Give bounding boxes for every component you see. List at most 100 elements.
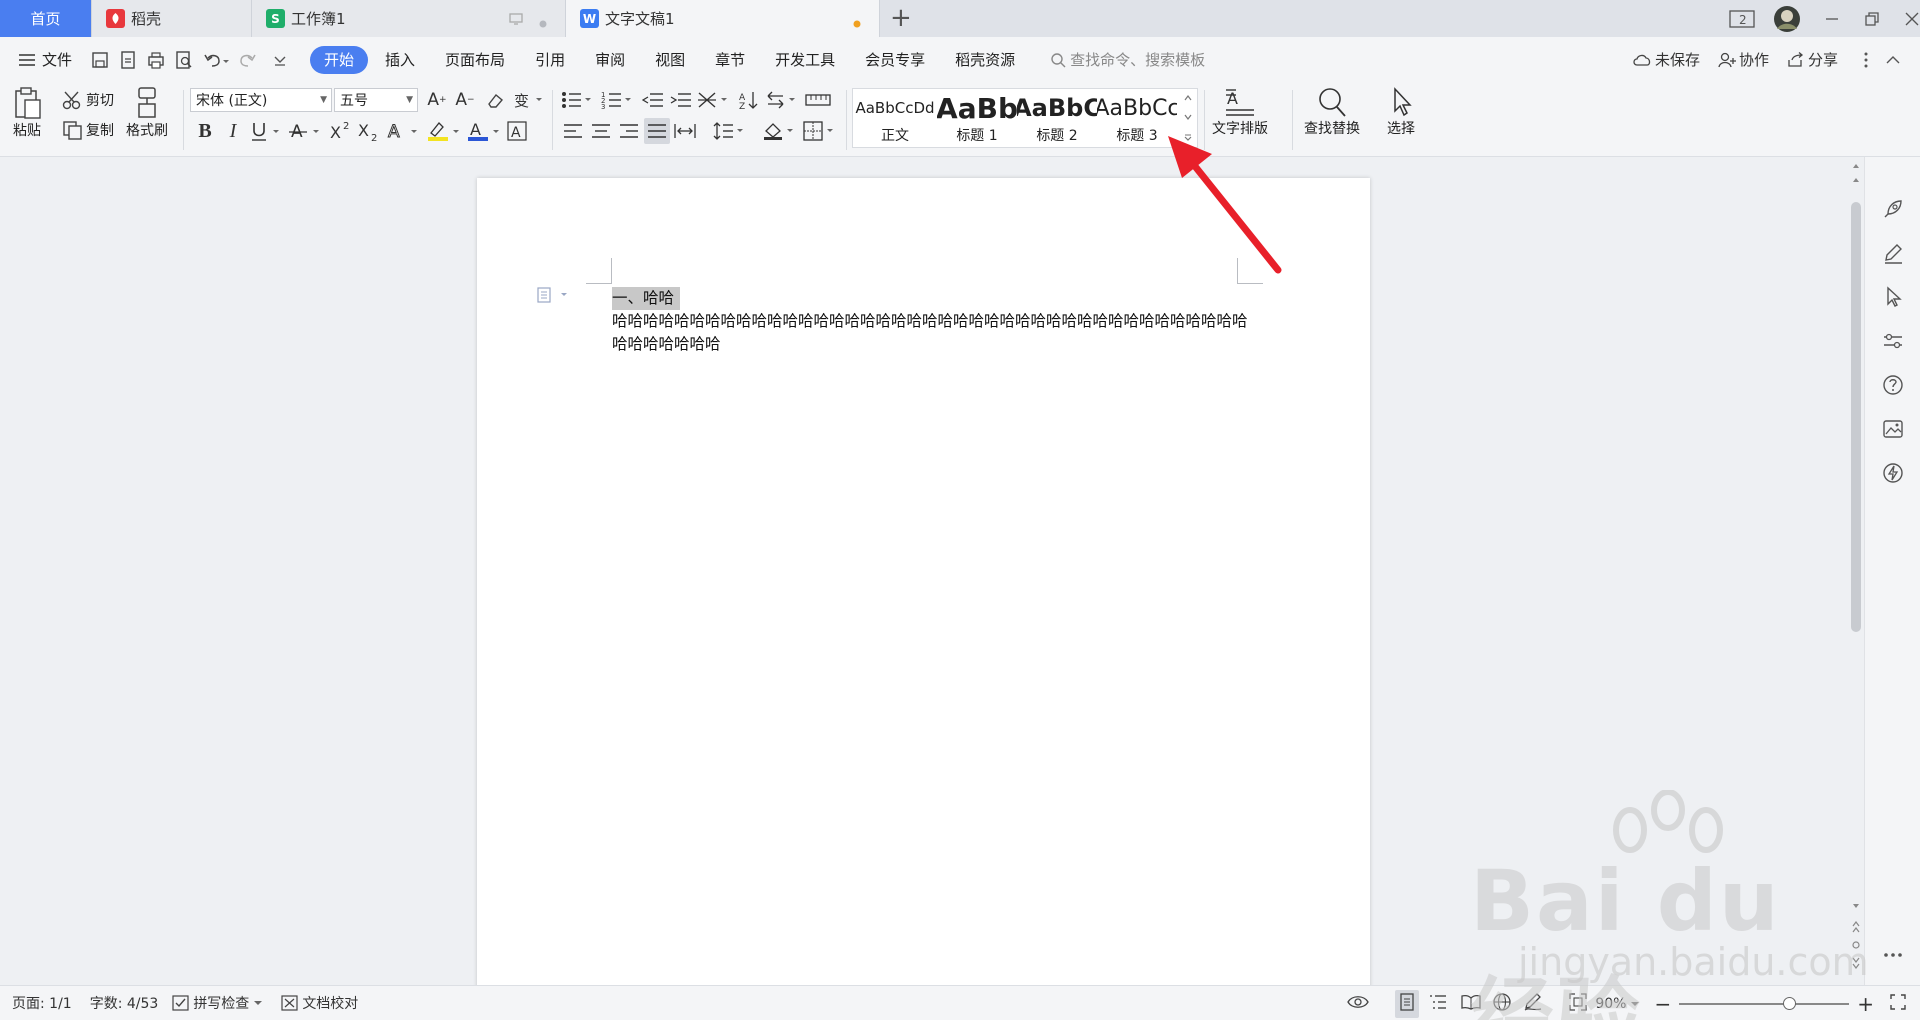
- menu-tab-home[interactable]: 开始: [310, 45, 369, 74]
- tab-ruler-icon[interactable]: [804, 87, 832, 113]
- character-border-icon[interactable]: A: [504, 118, 530, 144]
- collapse-ribbon-icon[interactable]: [1886, 55, 1900, 65]
- tab-workbook[interactable]: S 工作簿1: [252, 0, 566, 37]
- tab-daoke[interactable]: 稻壳: [92, 0, 252, 37]
- fullscreen-icon[interactable]: [1890, 993, 1906, 1014]
- new-tab-button[interactable]: +: [890, 4, 912, 32]
- word-count[interactable]: 字数: 4/53: [90, 993, 159, 1013]
- menu-tab-page-layout[interactable]: 页面布局: [430, 46, 520, 74]
- style-heading-1[interactable]: AaBb 标题 1: [937, 91, 1017, 145]
- shading-icon[interactable]: [762, 118, 796, 144]
- undo-icon[interactable]: [201, 49, 231, 71]
- scroll-down-icon[interactable]: [1852, 903, 1860, 909]
- minimize-icon[interactable]: [1812, 0, 1852, 37]
- export-pdf-icon[interactable]: [117, 49, 139, 71]
- menu-tab-daoke-resources[interactable]: 稻壳资源: [940, 46, 1030, 74]
- settings-sliders-icon[interactable]: [1881, 329, 1905, 353]
- clear-format-icon[interactable]: [482, 87, 508, 113]
- vertical-scrollbar[interactable]: [1848, 157, 1864, 985]
- font-size-select[interactable]: 五号 ▼: [334, 88, 418, 112]
- copy-button[interactable]: 复制: [62, 120, 114, 140]
- menu-tab-section[interactable]: 章节: [700, 46, 760, 74]
- lightning-icon[interactable]: [1881, 461, 1905, 485]
- close-icon[interactable]: [1892, 0, 1920, 37]
- paste-button[interactable]: 粘贴: [12, 86, 42, 140]
- prev-page-icon[interactable]: [1852, 921, 1860, 933]
- borders-icon[interactable]: [802, 118, 836, 144]
- sort-icon[interactable]: AZ: [736, 87, 762, 113]
- print-icon[interactable]: [145, 49, 167, 71]
- underline-icon[interactable]: [248, 118, 284, 144]
- menu-tab-developer[interactable]: 开发工具: [760, 46, 850, 74]
- style-heading-2[interactable]: AaBbC 标题 2: [1017, 91, 1097, 145]
- menu-tab-references[interactable]: 引用: [520, 46, 580, 74]
- line-spacing-icon[interactable]: [712, 118, 746, 144]
- save-icon[interactable]: [89, 49, 111, 71]
- shrink-font-icon[interactable]: A −: [452, 87, 478, 113]
- chevron-up-icon[interactable]: [1184, 95, 1192, 101]
- distribute-icon[interactable]: [672, 118, 698, 144]
- align-left-icon[interactable]: [560, 118, 586, 144]
- more-options-icon[interactable]: [1864, 52, 1868, 68]
- zoom-in-button[interactable]: +: [1857, 992, 1874, 1016]
- grow-font-icon[interactable]: A +: [424, 87, 450, 113]
- restore-icon[interactable]: [1852, 0, 1892, 37]
- page-count[interactable]: 页面: 1/1: [12, 993, 72, 1013]
- show-marks-icon[interactable]: [764, 87, 798, 113]
- italic-icon[interactable]: I: [220, 118, 246, 144]
- file-menu[interactable]: 文件: [18, 49, 72, 70]
- more-dots-icon[interactable]: [1881, 943, 1905, 967]
- menu-tab-insert[interactable]: 插入: [370, 46, 430, 74]
- scrollbar-thumb[interactable]: [1851, 202, 1861, 632]
- help-icon[interactable]: [1881, 373, 1905, 397]
- command-search[interactable]: 查找命令、搜索模板: [1050, 49, 1205, 70]
- align-right-icon[interactable]: [616, 118, 642, 144]
- image-tools-icon[interactable]: [1881, 417, 1905, 441]
- page-view-icon[interactable]: [1395, 989, 1420, 1018]
- document-paragraph[interactable]: 哈哈哈哈哈哈哈哈哈哈哈哈哈哈哈哈哈哈哈哈哈哈哈哈哈哈哈哈哈哈哈哈哈哈哈哈哈哈哈哈…: [612, 310, 1252, 356]
- chevron-down-icon[interactable]: [1184, 114, 1192, 120]
- rocket-icon[interactable]: [1881, 197, 1905, 221]
- tab-document[interactable]: W 文字文稿1: [566, 0, 880, 37]
- tab-home[interactable]: 首页: [0, 0, 92, 37]
- select-button[interactable]: 选择: [1384, 86, 1418, 138]
- document-body[interactable]: 一、哈哈 哈哈哈哈哈哈哈哈哈哈哈哈哈哈哈哈哈哈哈哈哈哈哈哈哈哈哈哈哈哈哈哈哈哈哈…: [612, 287, 1252, 356]
- customize-toolbar-icon[interactable]: [269, 49, 291, 71]
- phonetic-guide-icon[interactable]: 变: [512, 87, 546, 113]
- increase-indent-icon[interactable]: [668, 87, 694, 113]
- window-count-icon[interactable]: 2: [1722, 0, 1762, 37]
- text-effect-icon[interactable]: A: [386, 118, 422, 144]
- outline-view-icon[interactable]: [1429, 994, 1447, 1014]
- spell-check-button[interactable]: 拼写检查: [172, 993, 263, 1013]
- redo-icon[interactable]: [237, 49, 263, 71]
- superscript-icon[interactable]: X2: [328, 118, 354, 144]
- page-up-icon[interactable]: [1852, 177, 1860, 183]
- strikethrough-icon[interactable]: A: [288, 118, 324, 144]
- highlight-icon[interactable]: [426, 118, 464, 144]
- scroll-up-icon[interactable]: [1852, 163, 1860, 169]
- document-heading[interactable]: 一、哈哈: [612, 287, 681, 310]
- menu-tab-member[interactable]: 会员专享: [850, 46, 940, 74]
- unsaved-status[interactable]: 未保存: [1632, 49, 1700, 70]
- pen-edit-icon[interactable]: [1881, 241, 1905, 265]
- font-color-icon[interactable]: A: [466, 118, 504, 144]
- find-replace-button[interactable]: 查找替换: [1304, 86, 1360, 138]
- subscript-icon[interactable]: X2: [356, 118, 382, 144]
- share-button[interactable]: 分享: [1787, 49, 1838, 70]
- paragraph-handle-icon[interactable]: [537, 287, 571, 307]
- menu-tab-view[interactable]: 视图: [640, 46, 700, 74]
- font-name-select[interactable]: 宋体 (正文) ▼: [190, 88, 332, 112]
- numbered-list-icon[interactable]: 123: [600, 87, 634, 113]
- menu-tab-review[interactable]: 审阅: [580, 46, 640, 74]
- chinese-layout-icon[interactable]: [696, 87, 730, 113]
- bold-icon[interactable]: B: [192, 118, 218, 144]
- cut-button[interactable]: 剪切: [62, 90, 114, 110]
- document-page[interactable]: 一、哈哈 哈哈哈哈哈哈哈哈哈哈哈哈哈哈哈哈哈哈哈哈哈哈哈哈哈哈哈哈哈哈哈哈哈哈哈…: [477, 178, 1370, 985]
- print-preview-icon[interactable]: [173, 49, 195, 71]
- pointer-icon[interactable]: [1881, 285, 1905, 309]
- collaborate-button[interactable]: 协作: [1718, 49, 1769, 70]
- monitor-icon[interactable]: [509, 11, 523, 29]
- bullet-list-icon[interactable]: [560, 87, 594, 113]
- decrease-indent-icon[interactable]: [640, 87, 666, 113]
- user-avatar[interactable]: [1762, 0, 1812, 37]
